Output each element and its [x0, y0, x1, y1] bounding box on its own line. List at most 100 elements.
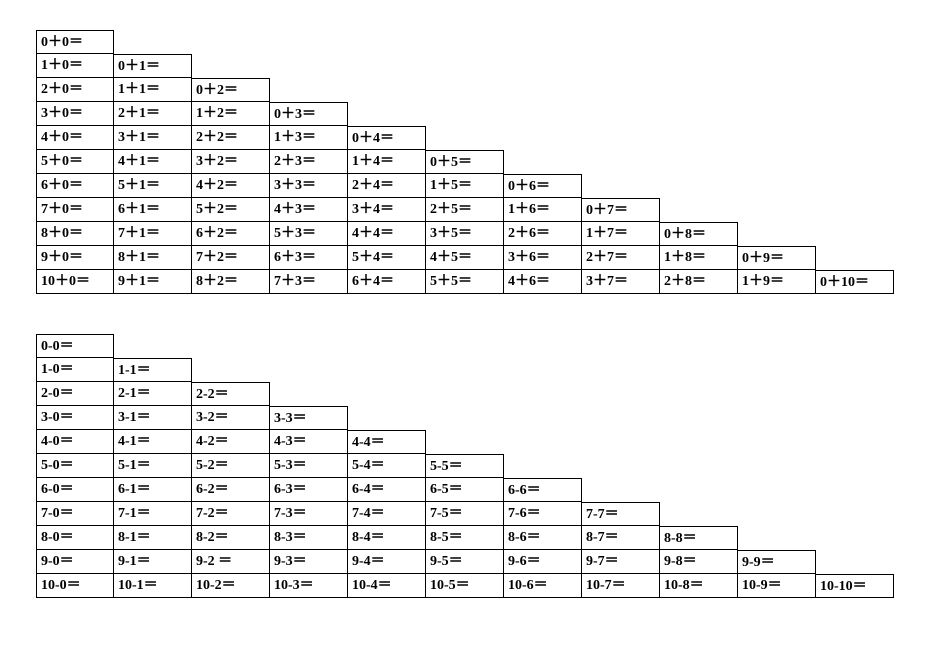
- table-cell: 7-6＝: [504, 502, 582, 526]
- table-cell: 2＋4＝: [348, 174, 426, 198]
- table-cell: 9-1＝: [114, 550, 192, 574]
- table-cell: 0＋7＝: [582, 198, 660, 222]
- table-cell: 6＋2＝: [192, 222, 270, 246]
- table-cell: 0＋0＝: [36, 30, 114, 54]
- table-cell: 8＋1＝: [114, 246, 192, 270]
- table-cell: 3＋2＝: [192, 150, 270, 174]
- table-cell: 7-7＝: [582, 502, 660, 526]
- table-row: 5-0＝5-1＝5-2＝5-3＝5-4＝5-5＝: [36, 454, 945, 478]
- table-cell: 7＋0＝: [36, 198, 114, 222]
- table-cell: 0＋9＝: [738, 246, 816, 270]
- table-row: 3＋0＝2＋1＝1＋2＝0＋3＝: [36, 102, 945, 126]
- table-cell: 8-7＝: [582, 526, 660, 550]
- table-cell: 2-0＝: [36, 382, 114, 406]
- table-row: 8＋0＝7＋1＝6＋2＝5＋3＝4＋4＝3＋5＝2＋6＝1＋7＝0＋8＝: [36, 222, 945, 246]
- table-cell: 1＋7＝: [582, 222, 660, 246]
- table-cell: 2＋3＝: [270, 150, 348, 174]
- table-cell: 2＋0＝: [36, 78, 114, 102]
- table-cell: 6-2＝: [192, 478, 270, 502]
- table-cell: 6-0＝: [36, 478, 114, 502]
- table-row: 3-0＝3-1＝3-2＝3-3＝: [36, 406, 945, 430]
- table-cell: 3-2＝: [192, 406, 270, 430]
- table-cell: 1＋6＝: [504, 198, 582, 222]
- table-cell: 4-2＝: [192, 430, 270, 454]
- table-cell: 10-7＝: [582, 574, 660, 598]
- table-cell: 10-9＝: [738, 574, 816, 598]
- table-cell: 6＋4＝: [348, 270, 426, 294]
- table-cell: 9-4＝: [348, 550, 426, 574]
- table-cell: 1＋8＝: [660, 246, 738, 270]
- table-row: 2＋0＝1＋1＝0＋2＝: [36, 78, 945, 102]
- table-row: 7-0＝7-1＝7-2＝7-3＝7-4＝7-5＝7-6＝7-7＝: [36, 502, 945, 526]
- table-row: 7＋0＝6＋1＝5＋2＝4＋3＝3＋4＝2＋5＝1＋6＝0＋7＝: [36, 198, 945, 222]
- table-cell: 6-4＝: [348, 478, 426, 502]
- table-cell: 0＋6＝: [504, 174, 582, 198]
- table-cell: 6＋1＝: [114, 198, 192, 222]
- table-cell: 4＋4＝: [348, 222, 426, 246]
- table-cell: 2＋6＝: [504, 222, 582, 246]
- table-cell: 8-3＝: [270, 526, 348, 550]
- table-cell: 1-1＝: [114, 358, 192, 382]
- table-cell: 5＋2＝: [192, 198, 270, 222]
- table-cell: 4＋5＝: [426, 246, 504, 270]
- table-cell: 5-0＝: [36, 454, 114, 478]
- table-cell: 2＋1＝: [114, 102, 192, 126]
- table-cell: 10＋0＝: [36, 270, 114, 294]
- table-cell: 5＋4＝: [348, 246, 426, 270]
- table-cell: 5＋1＝: [114, 174, 192, 198]
- table-cell: 10-2＝: [192, 574, 270, 598]
- table-cell: 1＋0＝: [36, 54, 114, 78]
- table-cell: 4＋3＝: [270, 198, 348, 222]
- subtraction-table: 0-0＝1-0＝1-1＝2-0＝2-1＝2-2＝3-0＝3-1＝3-2＝3-3＝…: [36, 334, 945, 598]
- table-cell: 10-5＝: [426, 574, 504, 598]
- table-cell: 9-7＝: [582, 550, 660, 574]
- table-cell: 6-6＝: [504, 478, 582, 502]
- table-row: 1-0＝1-1＝: [36, 358, 945, 382]
- table-cell: 1＋2＝: [192, 102, 270, 126]
- table-cell: 5-4＝: [348, 454, 426, 478]
- table-row: 0-0＝: [36, 334, 945, 358]
- table-cell: 0＋8＝: [660, 222, 738, 246]
- table-cell: 7-3＝: [270, 502, 348, 526]
- table-cell: 1＋5＝: [426, 174, 504, 198]
- table-cell: 2＋8＝: [660, 270, 738, 294]
- table-cell: 8-6＝: [504, 526, 582, 550]
- table-row: 6-0＝6-1＝6-2＝6-3＝6-4＝6-5＝6-6＝: [36, 478, 945, 502]
- table-row: 1＋0＝0＋1＝: [36, 54, 945, 78]
- table-cell: 4＋1＝: [114, 150, 192, 174]
- table-cell: 5-5＝: [426, 454, 504, 478]
- table-cell: 4-3＝: [270, 430, 348, 454]
- table-cell: 8＋0＝: [36, 222, 114, 246]
- table-cell: 4＋0＝: [36, 126, 114, 150]
- table-cell: 0＋3＝: [270, 102, 348, 126]
- addition-table: 0＋0＝1＋0＝0＋1＝2＋0＝1＋1＝0＋2＝3＋0＝2＋1＝1＋2＝0＋3＝…: [36, 30, 945, 294]
- table-cell: 2-1＝: [114, 382, 192, 406]
- table-cell: 2-2＝: [192, 382, 270, 406]
- table-cell: 2＋2＝: [192, 126, 270, 150]
- table-cell: 5-3＝: [270, 454, 348, 478]
- table-cell: 0＋10＝: [816, 270, 894, 294]
- table-row: 9＋0＝8＋1＝7＋2＝6＋3＝5＋4＝4＋5＝3＋6＝2＋7＝1＋8＝0＋9＝: [36, 246, 945, 270]
- table-cell: 5-2＝: [192, 454, 270, 478]
- table-cell: 8-5＝: [426, 526, 504, 550]
- table-cell: 3-0＝: [36, 406, 114, 430]
- table-cell: 8-2＝: [192, 526, 270, 550]
- table-cell: 10-8＝: [660, 574, 738, 598]
- table-cell: 3＋5＝: [426, 222, 504, 246]
- table-cell: 9-3＝: [270, 550, 348, 574]
- table-cell: 7＋3＝: [270, 270, 348, 294]
- table-cell: 9＋1＝: [114, 270, 192, 294]
- table-cell: 7-0＝: [36, 502, 114, 526]
- table-cell: 8-1＝: [114, 526, 192, 550]
- table-cell: 1＋1＝: [114, 78, 192, 102]
- table-cell: 2＋5＝: [426, 198, 504, 222]
- table-cell: 10-10＝: [816, 574, 894, 598]
- table-cell: 3-3＝: [270, 406, 348, 430]
- table-cell: 5＋5＝: [426, 270, 504, 294]
- table-cell: 9-8＝: [660, 550, 738, 574]
- table-cell: 0＋2＝: [192, 78, 270, 102]
- table-cell: 8-4＝: [348, 526, 426, 550]
- table-cell: 6＋0＝: [36, 174, 114, 198]
- table-cell: 1＋3＝: [270, 126, 348, 150]
- table-row: 4-0＝4-1＝4-2＝4-3＝4-4＝: [36, 430, 945, 454]
